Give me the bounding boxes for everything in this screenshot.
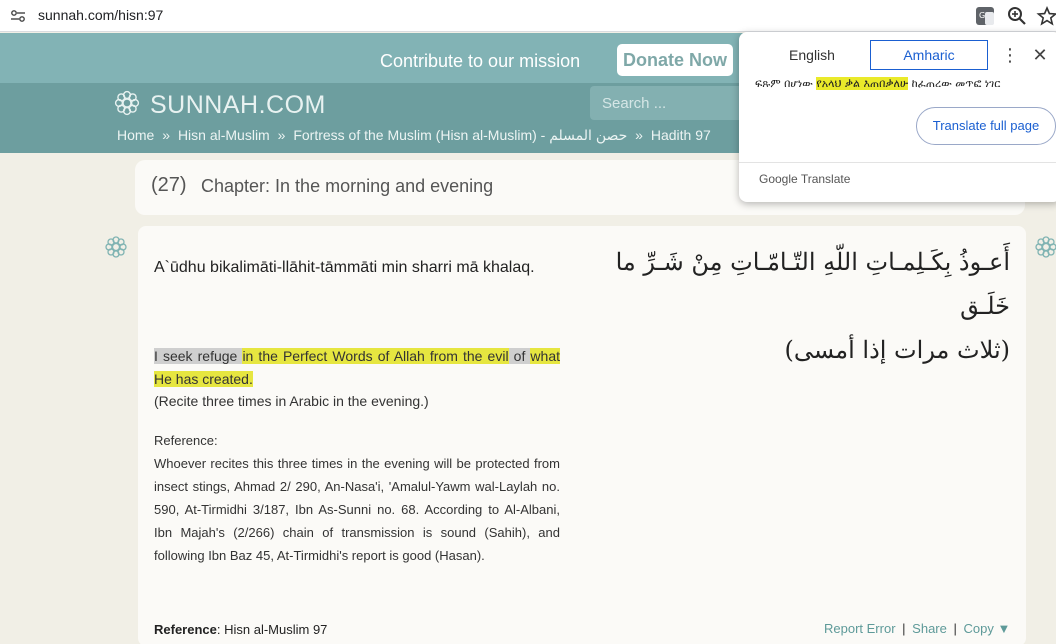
- ornament-right-icon: [1035, 236, 1056, 258]
- browser-address-bar: sunnah.com/hisn:97 G: [0, 0, 1056, 32]
- breadcrumb-book[interactable]: Hisn al-Muslim: [178, 127, 270, 143]
- close-icon[interactable]: ✕: [1029, 44, 1051, 66]
- copy-dropdown[interactable]: Copy ▼: [964, 621, 1011, 636]
- breadcrumb-separator: »: [277, 127, 286, 143]
- hadith-actions: Report Error | Share | Copy ▼: [824, 621, 1010, 636]
- reference-block: Reference: Whoever recites this three ti…: [154, 429, 560, 567]
- chapter-number: (27): [151, 174, 187, 196]
- english-text-middle: of: [508, 348, 531, 364]
- breadcrumb-separator: »: [162, 127, 171, 143]
- breadcrumb: Home » Hisn al-Muslim » Fortress of the …: [117, 127, 715, 144]
- ornament-left-icon: [105, 236, 127, 258]
- logo-text: SUNNAH.COM: [150, 91, 326, 119]
- popup-divider: [739, 162, 1056, 163]
- breadcrumb-separator: »: [635, 127, 643, 143]
- tab-source-language[interactable]: English: [759, 40, 865, 70]
- reference-heading: Reference:: [154, 433, 218, 448]
- reference-body: Whoever recites this three times in the …: [154, 456, 560, 563]
- breadcrumb-home[interactable]: Home: [117, 127, 154, 143]
- translated-text-highlight: የአላህ ቃል እጠበቃለሁ: [816, 77, 909, 90]
- translated-text: ፍጹም በሆነው የአላህ ቃል እጠበቃለሁ ከፈጠረው መጥፎ ነገር: [755, 77, 1055, 91]
- breadcrumb-hadith: Hadith 97: [650, 127, 711, 143]
- english-highlight: in the Perfect Words of Allah from the e…: [242, 348, 509, 364]
- zoom-icon[interactable]: [1006, 5, 1028, 27]
- action-separator: |: [902, 621, 906, 636]
- sunnah-rosette-icon: [114, 90, 140, 116]
- banner-message: Contribute to our mission: [380, 51, 581, 71]
- search-placeholder: Search ...: [602, 95, 667, 112]
- share-link[interactable]: Share: [912, 621, 947, 636]
- breadcrumb-collection[interactable]: Fortress of the Muslim (Hisn al-Muslim) …: [293, 127, 627, 143]
- google-translate-icon[interactable]: G: [974, 5, 996, 27]
- tab-target-language[interactable]: Amharic: [870, 40, 988, 70]
- chapter-title: Chapter: In the morning and evening: [201, 176, 494, 196]
- hadith-reference-footer: Reference: Hisn al-Muslim 97: [154, 622, 327, 637]
- google-translate-brand: Google Translate: [759, 172, 851, 186]
- recite-note: (Recite three times in Arabic in the eve…: [154, 393, 429, 409]
- donate-button[interactable]: Donate Now: [617, 44, 733, 76]
- hadith-arabic-text: أَعـوذُ بِكَـلِمـاتِ اللّهِ التّـامّـاتِ…: [578, 240, 1010, 372]
- english-text-start: I seek refuge: [154, 348, 243, 364]
- svg-text:G: G: [979, 11, 985, 20]
- translate-full-page-button[interactable]: Translate full page: [916, 107, 1056, 145]
- hadith-transliteration: A`ūdhu bikalimāti-llāhit-tāmmāti min sha…: [154, 259, 535, 276]
- search-input[interactable]: Search ...: [590, 86, 750, 120]
- translated-text-start: ፍጹም በሆነው: [755, 77, 817, 90]
- translated-text-end: ከፈጠረው መጥፎ ነገር: [908, 77, 1001, 90]
- arabic-line-1: أَعـوذُ بِكَـلِمـاتِ اللّهِ التّـامّـاتِ…: [615, 248, 1010, 320]
- translate-popup: English Amharic ⋮ ✕ ፍጹም በሆነው የአላህ ቃል እጠበ…: [739, 32, 1056, 202]
- url-text[interactable]: sunnah.com/hisn:97: [38, 7, 163, 23]
- hadith-english-text: I seek refuge in the Perfect Words of Al…: [154, 345, 560, 391]
- report-error-link[interactable]: Report Error: [824, 621, 896, 636]
- site-settings-icon[interactable]: [10, 8, 26, 24]
- hadith-card: A`ūdhu bikalimāti-llāhit-tāmmāti min sha…: [138, 226, 1026, 644]
- action-separator: |: [953, 621, 957, 636]
- reference-value: : Hisn al-Muslim 97: [216, 622, 328, 637]
- reference-label: Reference: [154, 622, 217, 637]
- more-options-icon[interactable]: ⋮: [1001, 44, 1019, 66]
- bookmark-star-icon[interactable]: [1036, 5, 1056, 27]
- arabic-line-2: (ثلاث مرات إذا أمسى): [784, 336, 1010, 364]
